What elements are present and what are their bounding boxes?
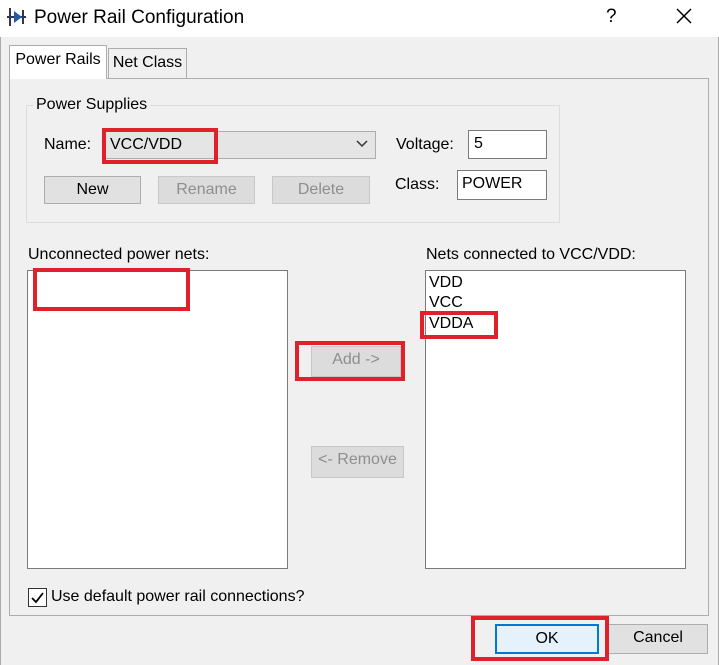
rename-button-label: Rename — [176, 181, 237, 198]
group-title: Power Supplies — [33, 96, 151, 114]
delete-button-label: Delete — [297, 181, 345, 198]
new-button-label: New — [76, 181, 109, 198]
rename-button[interactable]: Rename — [158, 176, 255, 204]
unconnected-nets-label: Unconnected power nets: — [28, 246, 210, 263]
highlight-vdda — [420, 311, 498, 339]
tab-net-class[interactable]: Net Class — [108, 48, 187, 78]
tab-power-rails[interactable]: Power Rails — [9, 45, 107, 79]
highlight-ok — [471, 616, 609, 661]
power-supplies-group — [26, 105, 560, 223]
chevron-down-icon[interactable] — [355, 138, 369, 150]
checkmark-icon — [31, 592, 44, 604]
title-bar: Power Rail Configuration ? — [0, 0, 719, 37]
voltage-input[interactable]: 5 — [468, 130, 547, 159]
close-icon[interactable] — [672, 4, 696, 28]
list-item[interactable]: VDD — [429, 274, 463, 292]
default-connections-checkbox[interactable] — [28, 588, 47, 607]
cancel-button[interactable]: Cancel — [608, 624, 708, 654]
highlight-add — [295, 341, 405, 381]
unconnected-nets-list[interactable] — [27, 270, 288, 569]
voltage-label: Voltage: — [396, 136, 454, 153]
list-item[interactable]: VCC — [429, 294, 463, 312]
highlight-name — [102, 128, 218, 164]
name-label: Name: — [44, 136, 92, 153]
highlight-unconnected — [33, 268, 190, 311]
power-rail-icon — [7, 8, 26, 26]
class-label: Class: — [395, 176, 440, 193]
class-input[interactable]: POWER — [457, 170, 547, 200]
delete-button[interactable]: Delete — [272, 176, 370, 204]
window-title: Power Rail Configuration — [34, 7, 245, 28]
connected-nets-label: Nets connected to VCC/VDD: — [426, 246, 636, 263]
default-connections-label: Use default power rail connections? — [51, 588, 305, 605]
help-button[interactable]: ? — [606, 6, 617, 28]
remove-button[interactable]: <- Remove — [311, 446, 404, 478]
new-button[interactable]: New — [44, 176, 141, 204]
